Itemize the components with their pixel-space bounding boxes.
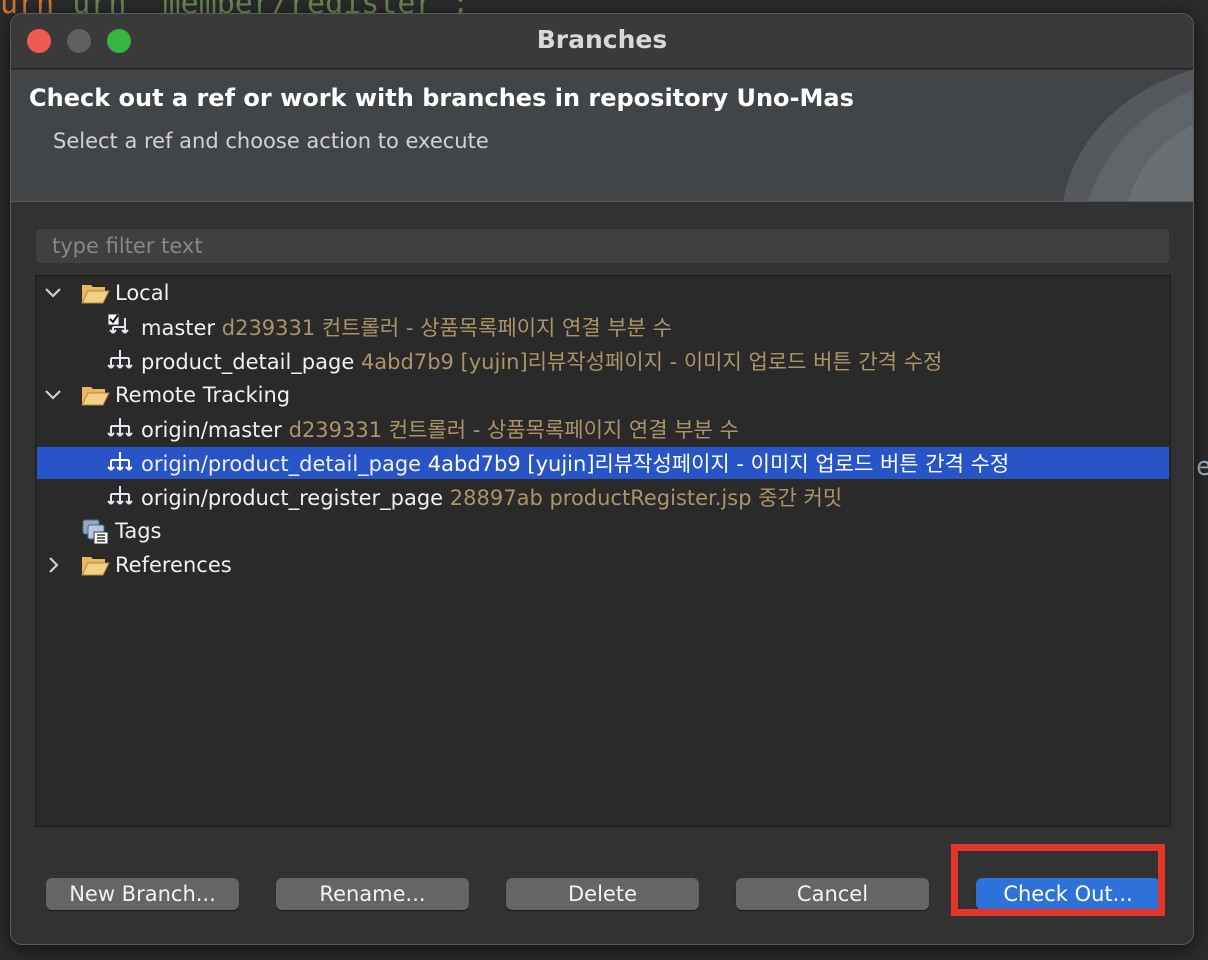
delete-button[interactable]: Delete: [506, 878, 699, 910]
branch-name: master: [141, 316, 216, 340]
rename-button[interactable]: Rename...: [276, 878, 469, 910]
tree-node-references[interactable]: References: [37, 549, 1169, 581]
commit-summary: d239331 컨트롤러 - 상품목록페이지 연결 부분 수: [288, 418, 739, 442]
new-branch-button[interactable]: New Branch...: [46, 878, 239, 910]
branch-icon: [107, 486, 133, 505]
tree-row-local-master[interactable]: master d239331 컨트롤러 - 상품목록페이지 연결 부분 수: [37, 311, 1169, 343]
commit-summary: 4abd7b9 [yujin]리뷰작성페이지 - 이미지 업로드 버튼 간격 수…: [427, 452, 1010, 476]
banner-decoration: [1063, 70, 1193, 201]
chevron-down-icon[interactable]: [43, 385, 63, 405]
branch-name: origin/master: [141, 418, 282, 442]
branches-dialog: Branches Check out a ref or work with br…: [10, 13, 1194, 945]
title-bar[interactable]: Branches: [11, 14, 1193, 69]
branch-name: product_detail_page: [141, 350, 355, 374]
branch-icon: [107, 350, 133, 369]
background-editor-edge: e: [1196, 452, 1208, 482]
tree-row-origin-product-register-page[interactable]: origin/product_register_page 28897ab pro…: [37, 481, 1169, 513]
banner-subtitle: Select a ref and choose action to execut…: [53, 129, 489, 153]
open-folder-icon: [81, 387, 110, 406]
tree-row-local-product-detail-page[interactable]: product_detail_page 4abd7b9 [yujin]리뷰작성페…: [37, 345, 1169, 377]
dialog-banner: Check out a ref or work with branches in…: [11, 70, 1193, 202]
branch-icon: [107, 418, 133, 437]
tree-node-label: Remote Tracking: [115, 383, 291, 407]
tags-icon: [82, 519, 109, 545]
commit-summary: 28897ab productRegister.jsp 중간 커밋: [449, 486, 843, 510]
tree-node-remote-tracking[interactable]: Remote Tracking: [37, 379, 1169, 411]
tree-node-label: Local: [115, 281, 170, 305]
branch-icon: [107, 452, 133, 471]
tree-node-tags[interactable]: Tags: [37, 515, 1169, 547]
open-folder-icon: [81, 557, 110, 576]
window-title: Branches: [536, 25, 668, 54]
branch-name: origin/product_register_page: [141, 486, 444, 510]
refs-tree[interactable]: Local master d239331 컨트롤러 - 상품목록페이지 연결 부…: [35, 275, 1171, 827]
tree-row-origin-product-detail-page[interactable]: origin/product_detail_page 4abd7b9 [yuji…: [37, 447, 1169, 479]
commit-summary: d239331 컨트롤러 - 상품목록페이지 연결 부분 수: [221, 316, 672, 340]
chevron-right-icon[interactable]: [43, 555, 63, 575]
tree-node-label: Tags: [115, 519, 162, 543]
cancel-button[interactable]: Cancel: [736, 878, 929, 910]
tree-node-label: References: [115, 553, 232, 577]
annotation-highlight-box: [951, 844, 1165, 916]
branch-name: origin/product_detail_page: [141, 452, 422, 476]
open-folder-icon: [81, 285, 110, 304]
checked-out-branch-icon: [107, 313, 129, 334]
chevron-down-icon[interactable]: [43, 283, 63, 303]
banner-title: Check out a ref or work with branches in…: [29, 84, 854, 112]
tree-node-local[interactable]: Local: [37, 277, 1169, 309]
filter-input[interactable]: [36, 229, 1169, 263]
tree-row-origin-master[interactable]: origin/master d239331 컨트롤러 - 상품목록페이지 연결 …: [37, 413, 1169, 445]
commit-summary: 4abd7b9 [yujin]리뷰작성페이지 - 이미지 업로드 버튼 간격 수…: [360, 350, 943, 374]
